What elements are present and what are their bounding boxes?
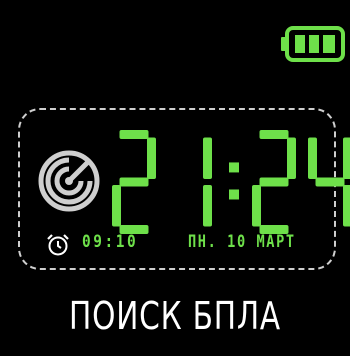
- segment-e: [252, 185, 261, 227]
- alarm-clock-icon: [47, 234, 69, 256]
- clock-digit: [112, 130, 156, 234]
- clock-colon: [229, 162, 239, 200]
- watch-screen: 09:10 ПН. 10 МАРТ ПОИСК БПЛА: [0, 0, 350, 356]
- segment-g: [259, 177, 289, 187]
- segment-e: [112, 185, 121, 227]
- clock-digit: [252, 130, 296, 234]
- clock-digit: [203, 137, 212, 227]
- battery-icon: [281, 26, 345, 62]
- segment-c: [203, 185, 212, 227]
- status-text: ПОИСК БПЛА: [69, 294, 281, 338]
- segment-b: [203, 137, 212, 179]
- segment-g: [119, 177, 149, 187]
- segment-g: [315, 177, 345, 187]
- alarm-time: 09:10: [82, 232, 139, 252]
- segment-a: [259, 130, 289, 139]
- clock-time: [108, 128, 350, 236]
- segment-f: [308, 137, 317, 179]
- radar-icon: [38, 150, 100, 212]
- segment-c: [343, 185, 350, 227]
- clock-digit: [308, 137, 350, 227]
- segment-b: [287, 137, 296, 179]
- segment-a: [119, 130, 149, 139]
- date-display: ПН. 10 МАРТ: [188, 232, 296, 252]
- segment-b: [147, 137, 156, 179]
- segment-b: [343, 137, 350, 179]
